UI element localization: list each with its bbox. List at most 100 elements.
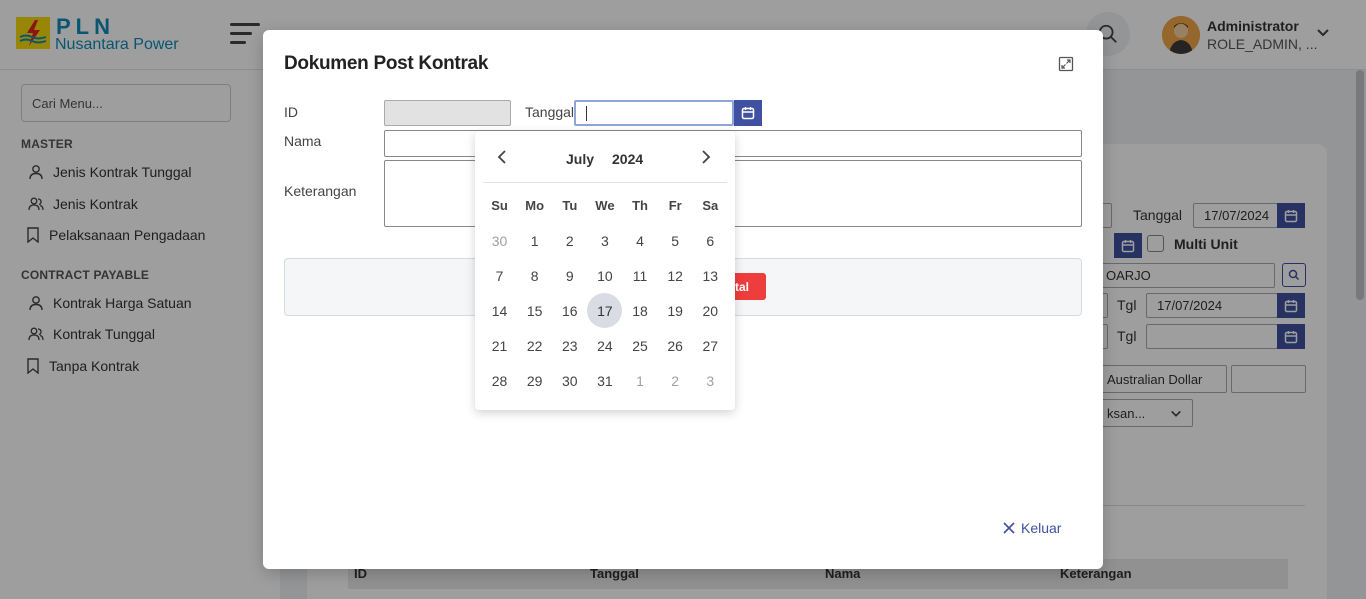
calendar-day[interactable]: 10 [587, 258, 622, 293]
calendar-icon [741, 107, 755, 120]
calendar-day[interactable]: 16 [552, 293, 587, 328]
calendar-day-number: 23 [562, 337, 578, 354]
calendar-day-number: 1 [636, 372, 644, 389]
weekday-header: Tu [562, 197, 578, 213]
calendar-day[interactable]: 31 [587, 363, 622, 398]
calendar-day[interactable]: 19 [658, 293, 693, 328]
calendar-day[interactable]: 27 [693, 328, 728, 363]
keluar-button[interactable]: Keluar [1003, 520, 1061, 536]
calendar-day-number: 24 [597, 337, 613, 354]
calendar-day-number: 3 [601, 232, 609, 249]
calendar-day-number: 2 [565, 232, 574, 249]
calendar-day[interactable]: 23 [552, 328, 587, 363]
calendar-day[interactable]: 2 [658, 363, 693, 398]
calendar-day-number: 13 [702, 267, 719, 284]
calendar-grid: Su Mo Tu We Th Fr Sa 30 1 2 3 4 5 6 7 8 9 10 11 12 13 14 15 16 1… [482, 187, 728, 398]
calendar-day[interactable]: 26 [658, 328, 693, 363]
calendar-day-number: 25 [632, 337, 648, 354]
tanggal-input[interactable] [574, 100, 734, 126]
calendar-day[interactable]: 30 [482, 223, 517, 258]
calendar-day-number: 8 [530, 267, 539, 284]
calendar-day[interactable]: 25 [623, 328, 658, 363]
calendar-day[interactable]: 3 [693, 363, 728, 398]
year-selector[interactable]: 2024 [612, 151, 643, 167]
weekday-header: Su [491, 197, 508, 213]
calendar-day-number: 6 [706, 232, 715, 249]
calendar-day[interactable]: 4 [623, 223, 658, 258]
date-picker-divider [483, 182, 727, 183]
calendar-day-number: 18 [632, 302, 648, 319]
calendar-day-number: 2 [671, 372, 680, 389]
calendar-day[interactable]: 13 [693, 258, 728, 293]
calendar-day-number: 26 [667, 337, 683, 354]
close-icon [1003, 522, 1015, 534]
dialog-title: Dokumen Post Kontrak [284, 53, 489, 74]
calendar-day[interactable]: 12 [658, 258, 693, 293]
chevron-right-icon [702, 150, 711, 164]
calendar-day-number: 3 [706, 372, 715, 389]
next-month-button[interactable] [699, 149, 713, 170]
nama-label: Nama [284, 133, 322, 149]
keluar-label: Keluar [1021, 520, 1062, 536]
calendar-day-number: 29 [526, 372, 543, 389]
tanggal-label: Tanggal [525, 104, 575, 120]
calendar-day-number: 21 [491, 337, 508, 354]
calendar-day[interactable]: 1 [623, 363, 658, 398]
calendar-day-number: 20 [702, 302, 719, 319]
weekday-header: Mo [525, 197, 545, 213]
calendar-day-number: 27 [702, 337, 719, 354]
calendar-day-number: 10 [597, 267, 613, 284]
calendar-day-number: 19 [667, 302, 683, 319]
tanggal-calendar-button[interactable] [734, 100, 762, 126]
calendar-day-today[interactable]: 17 [587, 293, 623, 328]
calendar-day-number: 30 [491, 232, 508, 249]
calendar-day-number: 17 [587, 293, 623, 328]
calendar-day-number: 4 [636, 232, 644, 249]
calendar-day[interactable]: 9 [552, 258, 587, 293]
weekday-header: Th [632, 197, 648, 213]
previous-month-button[interactable] [495, 149, 509, 170]
weekday-header: Fr [668, 197, 682, 213]
calendar-day[interactable]: 22 [517, 328, 552, 363]
text-caret [586, 106, 587, 121]
month-selector[interactable]: July [566, 151, 594, 167]
calendar-day[interactable]: 24 [587, 328, 622, 363]
calendar-day-number: 1 [530, 232, 539, 249]
keterangan-label: Keterangan [284, 183, 357, 199]
calendar-day-number: 16 [562, 302, 578, 319]
calendar-day[interactable]: 18 [623, 293, 658, 328]
calendar-day-number: 7 [495, 267, 504, 284]
calendar-day-number: 31 [597, 372, 613, 389]
date-picker-popup: July 2024 Su Mo Tu We Th Fr Sa 30 1 2 3 4 5 6 7 8 9 10 11 1… [475, 131, 735, 410]
calendar-day[interactable]: 20 [693, 293, 728, 328]
calendar-day[interactable]: 15 [517, 293, 552, 328]
calendar-day[interactable]: 11 [623, 258, 658, 293]
weekday-header: Sa [702, 197, 719, 213]
calendar-day[interactable]: 3 [587, 223, 622, 258]
maximize-icon[interactable] [1058, 56, 1074, 77]
calendar-day-number: 11 [632, 267, 648, 284]
calendar-day[interactable]: 21 [482, 328, 517, 363]
id-input[interactable] [384, 100, 511, 126]
calendar-day[interactable]: 14 [482, 293, 517, 328]
calendar-day[interactable]: 28 [482, 363, 517, 398]
calendar-day-number: 22 [526, 337, 543, 354]
calendar-day-number: 14 [491, 302, 508, 319]
calendar-day[interactable]: 6 [693, 223, 728, 258]
date-picker-header: July 2024 [475, 131, 735, 183]
calendar-day-number: 9 [565, 267, 574, 284]
calendar-day[interactable]: 8 [517, 258, 552, 293]
calendar-day[interactable]: 1 [517, 223, 552, 258]
calendar-day[interactable]: 30 [552, 363, 587, 398]
calendar-day-number: 28 [491, 372, 508, 389]
calendar-day[interactable]: 2 [552, 223, 587, 258]
chevron-left-icon [497, 150, 506, 164]
calendar-day[interactable]: 5 [658, 223, 693, 258]
calendar-day-number: 12 [667, 267, 683, 284]
id-label: ID [284, 104, 298, 120]
calendar-day[interactable]: 7 [482, 258, 517, 293]
calendar-day-number: 5 [671, 232, 680, 249]
calendar-day-number: 30 [562, 372, 578, 389]
calendar-day-number: 15 [526, 302, 543, 319]
calendar-day[interactable]: 29 [517, 363, 552, 398]
